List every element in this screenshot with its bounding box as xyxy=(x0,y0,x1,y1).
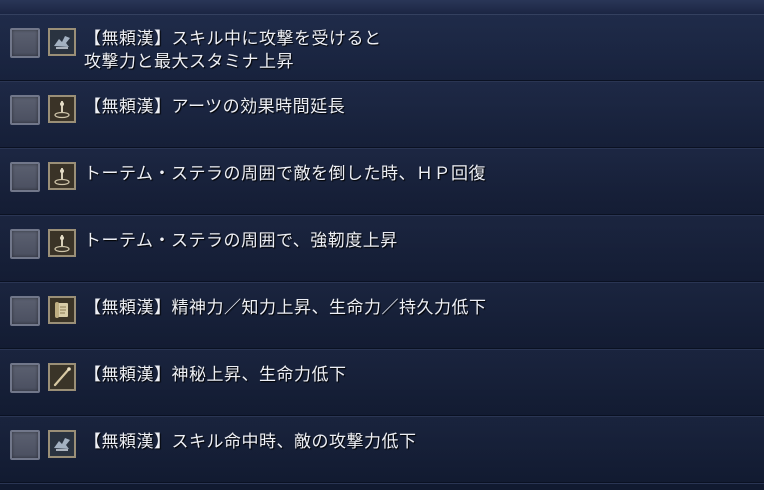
skill-label: 【無頼漢】神秘上昇、生命力低下 xyxy=(84,365,347,385)
skill-checkbox[interactable] xyxy=(10,162,40,192)
skill-select-panel: 【無頼漢】スキル中に攻撃を受けると 攻撃力と最大スタミナ上昇 【無頼漢】アーツの… xyxy=(0,0,764,490)
winged-hand-icon xyxy=(48,430,76,458)
winged-hand-icon xyxy=(48,28,76,56)
skill-checkbox[interactable] xyxy=(10,363,40,393)
skill-row[interactable]: 【無頼漢】精神力／知力上昇、生命力／持久力低下 xyxy=(0,283,764,350)
skill-row[interactable]: 【無頼漢】神秘上昇、生命力低下 xyxy=(0,350,764,417)
skill-label: 【無頼漢】精神力／知力上昇、生命力／持久力低下 xyxy=(84,298,487,318)
skill-checkbox[interactable] xyxy=(10,229,40,259)
skill-label: 【無頼漢】スキル命中時、敵の攻撃力低下 xyxy=(84,432,417,452)
skill-checkbox[interactable] xyxy=(10,430,40,460)
totem-icon xyxy=(48,229,76,257)
skill-checkbox[interactable] xyxy=(10,296,40,326)
skill-list: 【無頼漢】スキル中に攻撃を受けると 攻撃力と最大スタミナ上昇 【無頼漢】アーツの… xyxy=(0,15,764,484)
scroll-icon xyxy=(48,296,76,324)
totem-icon xyxy=(48,95,76,123)
skill-checkbox[interactable] xyxy=(10,95,40,125)
skill-row[interactable]: 【無頼漢】アーツの効果時間延長 xyxy=(0,82,764,149)
skill-label: 【無頼漢】スキル中に攻撃を受けると 攻撃力と最大スタミナ上昇 xyxy=(84,29,382,72)
skill-row[interactable]: 【無頼漢】スキル中に攻撃を受けると 攻撃力と最大スタミナ上昇 xyxy=(0,15,764,82)
skill-checkbox[interactable] xyxy=(10,28,40,58)
skill-row[interactable]: トーテム・ステラの周囲で敵を倒した時、ＨＰ回復 xyxy=(0,149,764,216)
skill-row[interactable]: トーテム・ステラの周囲で、強靭度上昇 xyxy=(0,216,764,283)
skill-label: トーテム・ステラの周囲で敵を倒した時、ＨＰ回復 xyxy=(84,164,486,184)
skill-row[interactable]: 【無頼漢】スキル命中時、敵の攻撃力低下 xyxy=(0,417,764,484)
totem-icon xyxy=(48,162,76,190)
panel-header-bar xyxy=(0,0,764,15)
skill-label: トーテム・ステラの周囲で、強靭度上昇 xyxy=(84,231,398,251)
skill-label: 【無頼漢】アーツの効果時間延長 xyxy=(84,97,346,117)
staff-icon xyxy=(48,363,76,391)
